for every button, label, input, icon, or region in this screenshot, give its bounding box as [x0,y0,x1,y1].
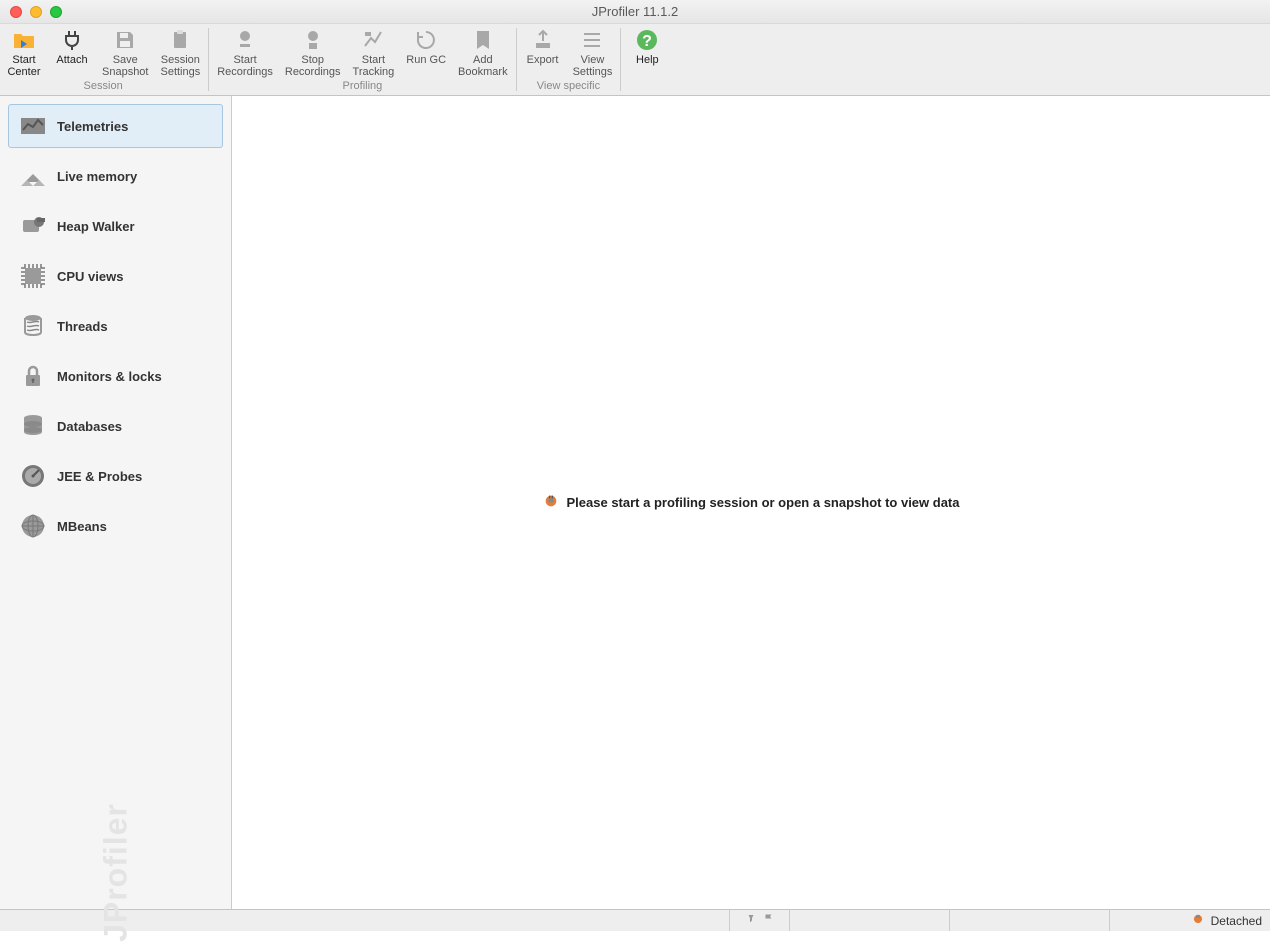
sidebar-item-threads[interactable]: Threads [8,304,223,348]
sidebar-item-label: MBeans [57,519,107,534]
sidebar-item-label: CPU views [57,269,123,284]
bookmark-icon [471,28,495,52]
toolbar-separator [620,28,621,91]
export-label: Export [527,54,559,78]
close-button[interactable] [10,6,22,18]
toolbar: Start CenterAttachSave SnapshotSession S… [0,24,1270,96]
probe-icon [19,462,47,490]
save-icon [113,28,137,52]
status-segment-3 [790,910,950,931]
start-tracking-button: Start Tracking [347,24,401,78]
sidebar-item-label: Threads [57,319,108,334]
save-snapshot-button: Save Snapshot [96,24,154,78]
stop-recordings-label: Stop Recordings [285,54,341,78]
sidebar-item-jee-probes[interactable]: JEE & Probes [8,454,223,498]
minimize-button[interactable] [30,6,42,18]
save-snapshot-label: Save Snapshot [102,54,148,78]
telemetries-icon [19,112,47,140]
start-recordings-label: Start Recordings [217,54,273,78]
view-settings-button: View Settings [567,24,619,78]
toolbar-group-label: Profiling [211,78,513,95]
main-pane: Please start a profiling session or open… [232,96,1270,909]
empty-state-text: Please start a profiling session or open… [567,495,960,510]
toolbar-separator [516,28,517,91]
pin-icon[interactable] [745,913,757,928]
toolbar-group-label: Session [0,78,206,95]
plug-icon [543,493,559,512]
sidebar-item-label: Live memory [57,169,137,184]
sidebar-item-mbeans[interactable]: MBeans [8,504,223,548]
folder-play-icon [12,28,36,52]
status-pin-segment [730,910,790,931]
add-bookmark-button: Add Bookmark [452,24,514,78]
run-gc-button: Run GC [400,24,452,78]
traffic-lights [0,6,62,18]
stop-recordings-button: Stop Recordings [279,24,347,78]
add-bookmark-label: Add Bookmark [458,54,508,78]
help-icon: ? [635,28,659,52]
sidebar-item-label: Telemetries [57,119,128,134]
sidebar-item-heap-walker[interactable]: Heap Walker [8,204,223,248]
gc-icon [414,28,438,52]
start-center-button[interactable]: Start Center [0,24,48,78]
titlebar: JProfiler 11.1.2 [0,0,1270,24]
workspace: Telemetries Live memory Heap Walker CPU vie… [0,96,1270,909]
attach-label: Attach [56,54,87,78]
sidebar-item-cpu-views[interactable]: CPU views [8,254,223,298]
session-settings-button: Session Settings [154,24,206,78]
export-icon [531,28,555,52]
sidebar-item-label: JEE & Probes [57,469,142,484]
toolbar-separator [208,28,209,91]
list-icon [580,28,604,52]
help-label: Help [636,54,659,78]
detached-label: Detached [1211,914,1262,928]
live-memory-icon [19,162,47,190]
sidebar-brand: JProfiler [97,803,134,942]
run-gc-label: Run GC [406,54,446,78]
record-stop-icon [301,28,325,52]
flag-icon[interactable] [763,913,775,928]
attach-button[interactable]: Attach [48,24,96,78]
export-button: Export [519,24,567,78]
maximize-button[interactable] [50,6,62,18]
start-recordings-button: Start Recordings [211,24,279,78]
globe-icon [19,512,47,540]
threads-icon [19,312,47,340]
status-segment-4 [950,910,1110,931]
heap-walker-icon [19,212,47,240]
toolbar-group-session: Start CenterAttachSave SnapshotSession S… [0,24,206,95]
detached-icon [1191,912,1205,929]
toolbar-group-misc: ? Help [623,24,671,95]
sidebar: Telemetries Live memory Heap Walker CPU vie… [0,96,232,909]
start-center-label: Start Center [7,54,40,78]
statusbar: Detached [0,909,1270,931]
cpu-icon [19,262,47,290]
toolbar-group-profiling: Start Recordings Stop Recordings Start Tra… [211,24,513,95]
clipboard-icon [168,28,192,52]
empty-state-message: Please start a profiling session or open… [543,493,960,512]
toolbar-group-view-specific: Export View SettingsView specific [519,24,619,95]
help-button[interactable]: ? Help [623,24,671,78]
svg-text:?: ? [642,33,652,50]
status-detached: Detached [1110,910,1270,931]
sidebar-item-telemetries[interactable]: Telemetries [8,104,223,148]
window-title: JProfiler 11.1.2 [0,4,1270,19]
plug-icon [60,28,84,52]
view-settings-label: View Settings [573,54,613,78]
record-start-icon [233,28,257,52]
toolbar-group-label [623,78,671,83]
sidebar-item-monitors-locks[interactable]: Monitors & locks [8,354,223,398]
start-tracking-label: Start Tracking [353,54,395,78]
session-settings-label: Session Settings [160,54,200,78]
sidebar-item-databases[interactable]: Databases [8,404,223,448]
sidebar-item-live-memory[interactable]: Live memory [8,154,223,198]
lock-icon [19,362,47,390]
database-icon [19,412,47,440]
sidebar-item-label: Heap Walker [57,219,135,234]
sidebar-item-label: Monitors & locks [57,369,162,384]
tracking-icon [361,28,385,52]
toolbar-group-label: View specific [519,78,619,95]
sidebar-item-label: Databases [57,419,122,434]
